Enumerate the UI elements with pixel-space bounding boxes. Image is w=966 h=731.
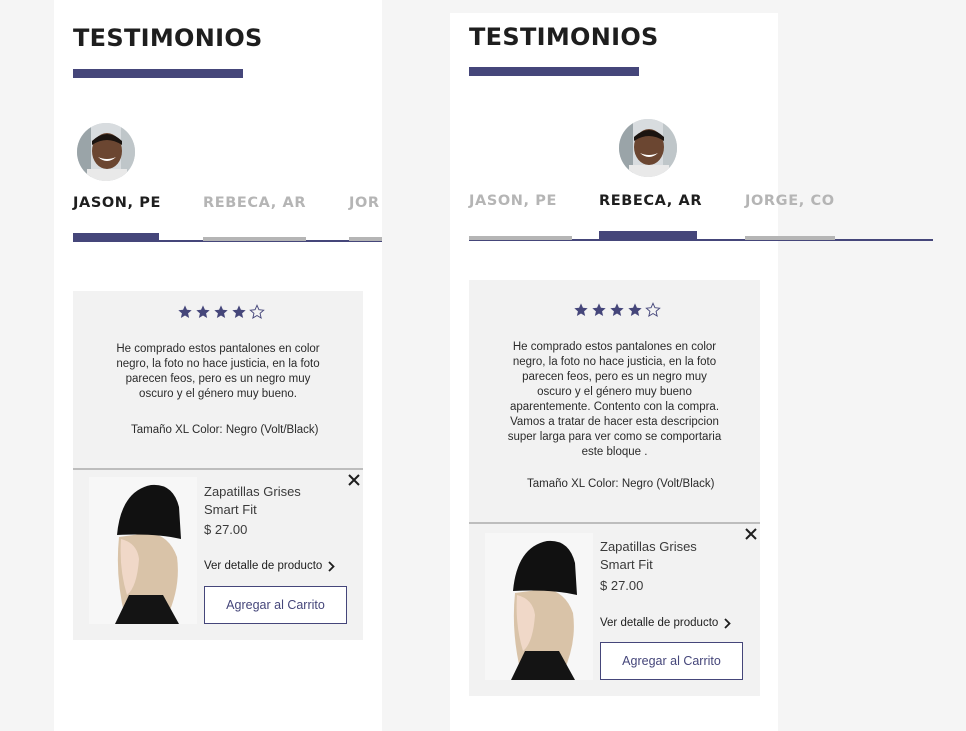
product-name-line: Smart Fit: [204, 502, 257, 517]
product-image[interactable]: [89, 477, 197, 624]
view-detail-link[interactable]: Ver detalle de producto: [204, 560, 336, 572]
chevron-right-icon: [724, 617, 732, 629]
card-divider: [73, 468, 363, 470]
product-price: $ 27.00: [600, 578, 644, 593]
product-name-line: Zapatillas Grises: [600, 539, 697, 554]
star-empty-icon: [249, 304, 265, 319]
view-detail-link[interactable]: Ver detalle de producto: [600, 617, 732, 629]
avatar: [77, 123, 135, 181]
star-icon: [232, 305, 246, 318]
tab-indicator: [349, 237, 382, 241]
tab-indicator-active: [599, 231, 697, 240]
product-name-line: Zapatillas Grises: [204, 484, 301, 499]
testimonials-panel-right: TESTIMONIOS JASON, PE REBECA, AR JORGE, …: [450, 13, 933, 731]
star-icon: [196, 305, 210, 318]
add-to-cart-button[interactable]: Agregar al Carrito: [600, 642, 743, 680]
review-line: He comprado estos pantalones en color: [512, 341, 717, 353]
view-detail-label: Ver detalle de producto: [600, 617, 719, 629]
star-icon: [592, 303, 606, 316]
section-title: TESTIMONIOS: [73, 24, 263, 52]
star-rating: [573, 302, 661, 318]
star-icon: [574, 303, 588, 316]
tab-jason[interactable]: JASON, PE: [73, 195, 161, 211]
tab-indicator: [469, 236, 572, 240]
review-line: negro, la foto no hace justicia, en la f…: [116, 358, 320, 370]
close-icon[interactable]: [744, 527, 758, 541]
review-size-color: Tamaño XL Color: Negro (Volt/Black): [131, 424, 319, 436]
review-line: super larga para ver como se comportaria: [507, 431, 722, 443]
review-line: negro, la foto no hace justicia, en la f…: [512, 356, 717, 368]
star-rating: [177, 304, 265, 320]
tab-indicator: [203, 237, 306, 241]
review-line: aparentemente. Contento con la compra.: [509, 401, 720, 413]
review-size-color: Tamaño XL Color: Negro (Volt/Black): [527, 478, 715, 490]
tab-indicator: [745, 236, 835, 240]
star-icon: [628, 303, 642, 316]
avatar: [619, 119, 677, 177]
star-icon: [610, 303, 624, 316]
product-name: Zapatillas Grises Smart Fit: [600, 538, 697, 574]
testimonial-card: He comprado estos pantalones en color ne…: [73, 291, 363, 640]
section-title: TESTIMONIOS: [469, 23, 659, 51]
tab-jorge[interactable]: JOR: [349, 195, 380, 211]
testimonials-panel-left: TESTIMONIOS JASON, PE REBECA, AR JOR He …: [54, 0, 382, 731]
tab-rebeca[interactable]: REBECA, AR: [599, 193, 702, 209]
tab-rebeca[interactable]: REBECA, AR: [203, 195, 306, 211]
review-line: parecen feos, pero es un negro muy: [522, 371, 707, 383]
product-name-line: Smart Fit: [600, 557, 653, 572]
product-image[interactable]: [485, 533, 593, 680]
product-price: $ 27.00: [204, 522, 248, 537]
product-name: Zapatillas Grises Smart Fit: [204, 483, 301, 519]
star-icon: [178, 305, 192, 318]
close-icon[interactable]: [347, 473, 361, 487]
stage: TESTIMONIOS JASON, PE REBECA, AR JOR He …: [0, 0, 966, 731]
tab-jorge[interactable]: JORGE, CO: [745, 193, 835, 209]
chevron-right-icon: [328, 560, 336, 572]
review-line: parecen feos, pero es un negro muy: [125, 373, 311, 385]
add-to-cart-button[interactable]: Agregar al Carrito: [204, 586, 347, 624]
review-line: este bloque .: [581, 446, 648, 458]
review-text: He comprado estos pantalones en color ne…: [469, 340, 760, 460]
testimonial-card: He comprado estos pantalones en color ne…: [469, 280, 760, 696]
card-divider: [469, 522, 760, 524]
star-icon: [214, 305, 228, 318]
review-line: oscuro y el género muy bueno: [537, 386, 692, 398]
review-line: oscuro y el género muy bueno.: [139, 388, 297, 400]
review-line: Vamos a tratar de hacer esta descripcion: [510, 416, 719, 428]
review-text: He comprado estos pantalones en color ne…: [73, 342, 363, 402]
title-underline: [469, 67, 639, 76]
title-underline: [73, 69, 243, 78]
tab-jason[interactable]: JASON, PE: [469, 193, 557, 209]
review-line: He comprado estos pantalones en color: [116, 343, 320, 355]
view-detail-label: Ver detalle de producto: [204, 560, 323, 572]
star-empty-icon: [645, 302, 661, 317]
tab-indicator-active: [73, 233, 159, 242]
